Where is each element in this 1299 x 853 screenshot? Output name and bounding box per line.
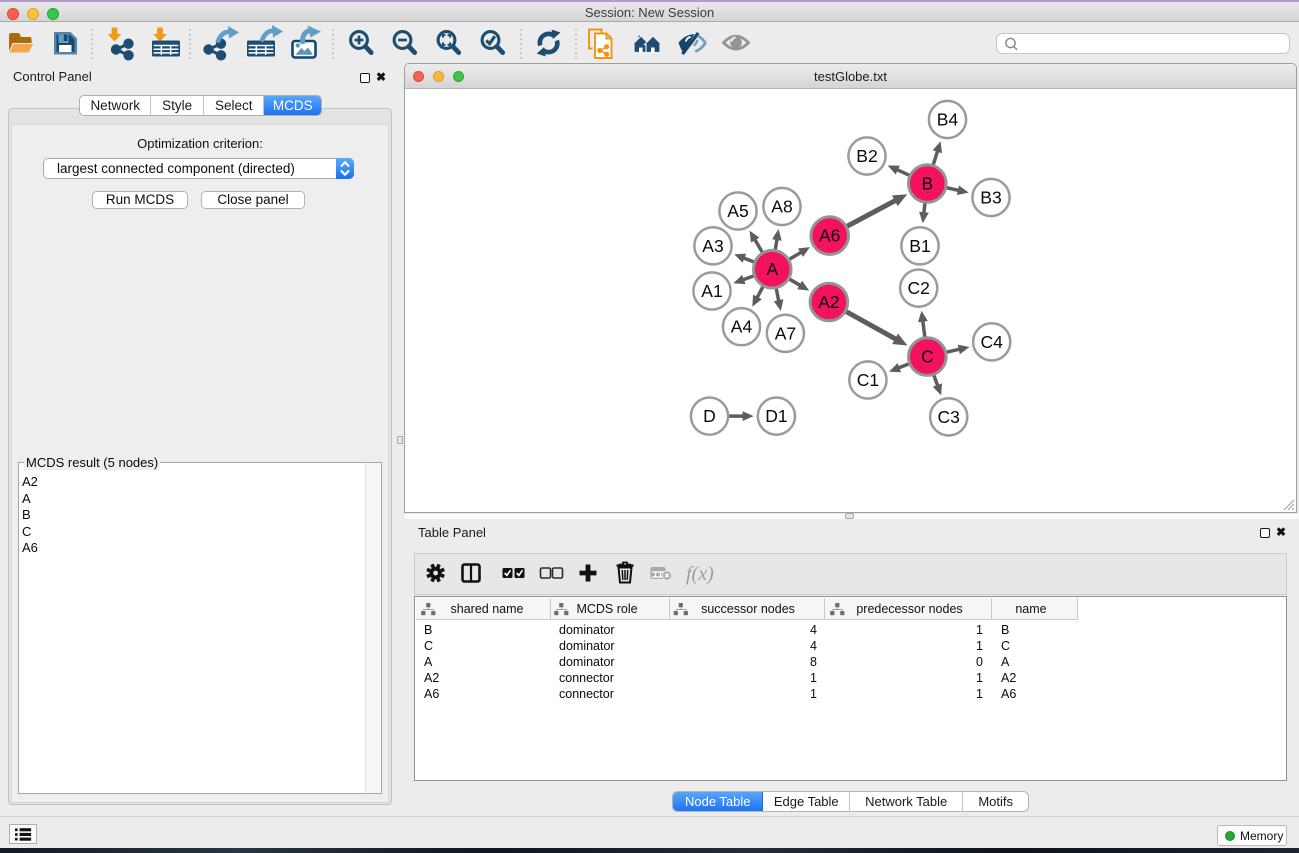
- svg-text:C1: C1: [857, 370, 879, 390]
- svg-text:A: A: [766, 259, 778, 279]
- svg-text:A3: A3: [702, 236, 723, 256]
- svg-text:A5: A5: [727, 201, 748, 221]
- svg-text:A1: A1: [701, 281, 722, 301]
- svg-text:C4: C4: [981, 332, 1004, 352]
- svg-text:B4: B4: [937, 110, 959, 130]
- svg-text:f(x): f(x): [686, 563, 714, 585]
- svg-text:B3: B3: [980, 188, 1001, 208]
- svg-text:A7: A7: [775, 323, 796, 343]
- svg-text:A2: A2: [818, 292, 839, 312]
- svg-text:B2: B2: [856, 146, 877, 166]
- svg-text:A8: A8: [771, 197, 792, 217]
- svg-text:D1: D1: [765, 406, 787, 426]
- svg-text:D: D: [703, 406, 716, 426]
- svg-text:B1: B1: [909, 236, 930, 256]
- svg-text:C3: C3: [938, 407, 960, 427]
- svg-text:C2: C2: [908, 278, 930, 298]
- svg-text:A4: A4: [731, 317, 753, 337]
- svg-text:C: C: [921, 347, 934, 367]
- svg-text:B: B: [921, 174, 933, 194]
- svg-text:A6: A6: [819, 226, 840, 246]
